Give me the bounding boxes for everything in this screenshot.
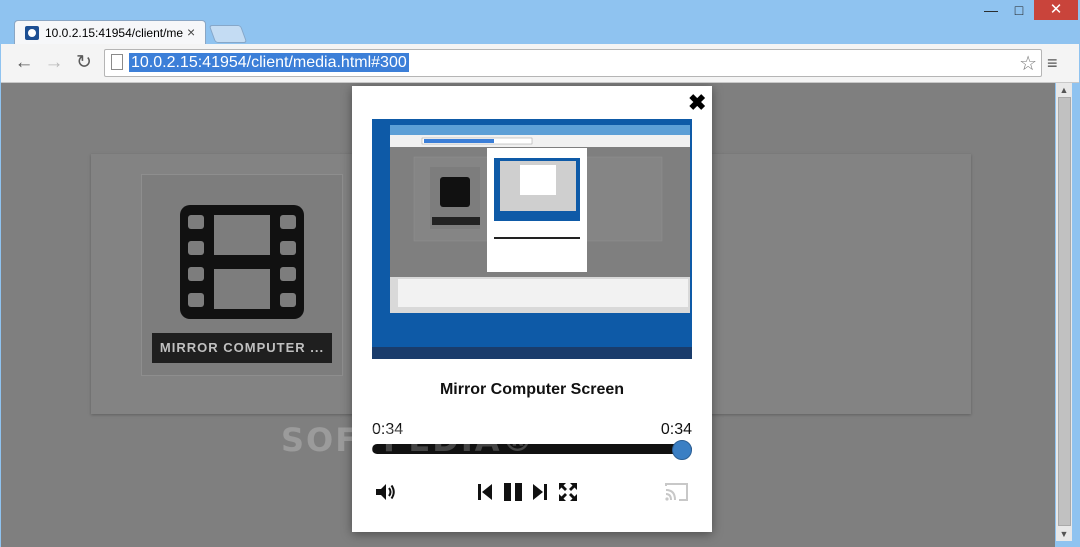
scroll-up-icon[interactable]: ▲: [1056, 83, 1072, 97]
reload-button[interactable]: ↻: [73, 52, 95, 74]
pause-icon[interactable]: [502, 480, 524, 504]
browser-toolbar: ← → ↻ 10.0.2.15:41954/client/media.html#…: [1, 44, 1079, 83]
skip-previous-icon[interactable]: [477, 480, 493, 504]
media-tile[interactable]: MIRROR COMPUTER ...: [141, 174, 343, 376]
watermark-text: SOFTPEDIA®: [281, 421, 536, 459]
page-viewport: MIRROR COMPUTER ... ✖ Mirror Computer Sc…: [1, 83, 1055, 547]
address-bar[interactable]: 10.0.2.15:41954/client/media.html#300 ☆: [104, 49, 1042, 77]
new-tab-button[interactable]: [208, 25, 248, 43]
maximize-button[interactable]: □: [1008, 0, 1030, 20]
page-icon: [111, 54, 123, 70]
media-player-dialog: ✖ Mirror Computer Screen 0:34 0:34: [352, 86, 712, 532]
tab-title: 10.0.2.15:41954/client/media.html#300: [45, 26, 183, 40]
browser-window: 10.0.2.15:41954/client/media.html#300 × …: [0, 0, 1080, 547]
scroll-down-icon[interactable]: ▼: [1056, 527, 1072, 541]
film-icon: [180, 205, 304, 319]
skip-next-icon[interactable]: [532, 480, 548, 504]
scroll-thumb[interactable]: [1058, 97, 1071, 526]
bookmark-star-icon[interactable]: ☆: [1019, 51, 1037, 76]
fullscreen-icon[interactable]: [557, 480, 579, 504]
chrome-menu-button[interactable]: ≡: [1047, 53, 1058, 74]
tab-strip: 10.0.2.15:41954/client/media.html#300 × …: [0, 0, 1080, 46]
forward-button[interactable]: →: [43, 52, 65, 74]
total-time: 0:34: [660, 421, 692, 438]
favicon-icon: [25, 26, 39, 40]
media-title: Mirror Computer Screen: [439, 381, 625, 398]
browser-tab[interactable]: 10.0.2.15:41954/client/media.html#300 ×: [14, 20, 206, 46]
close-window-button[interactable]: ✕: [1034, 0, 1078, 20]
seek-handle[interactable]: [672, 440, 692, 460]
minimize-button[interactable]: —: [976, 0, 1006, 20]
volume-icon[interactable]: [374, 480, 398, 504]
vertical-scrollbar[interactable]: ▲ ▼: [1056, 83, 1072, 541]
close-icon[interactable]: ✖: [688, 92, 706, 114]
back-button[interactable]: ←: [13, 52, 35, 74]
cast-icon[interactable]: [664, 480, 690, 504]
screen-preview-image: [372, 119, 692, 359]
url-text[interactable]: 10.0.2.15:41954/client/media.html#300: [129, 53, 409, 72]
tile-label: MIRROR COMPUTER ...: [152, 333, 332, 363]
tab-close-icon[interactable]: ×: [187, 24, 195, 40]
